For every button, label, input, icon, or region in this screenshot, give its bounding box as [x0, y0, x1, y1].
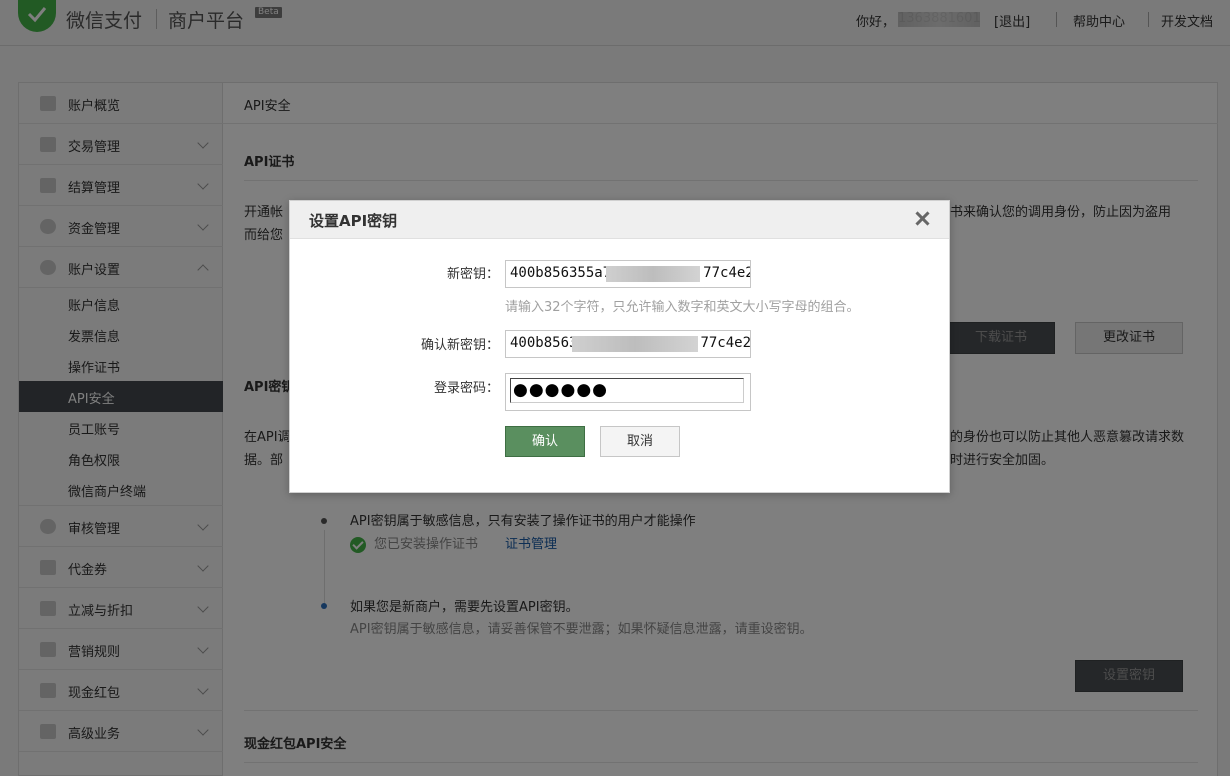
login-password-label: 登录密码：	[433, 381, 499, 396]
new-key-value-start: 400b856355a7	[510, 265, 612, 281]
login-password-input[interactable]: ●●●●●●	[510, 378, 744, 403]
new-key-input[interactable]: 400b856355a7 77c4e2	[505, 260, 751, 288]
set-api-key-dialog: 设置API密钥 新密钥： 400b856355a7 77c4e2 请输入32个字符…	[289, 200, 950, 493]
close-icon[interactable]	[912, 209, 932, 229]
new-key-hint: 请输入32个字符，只允许输入数字和英文大小写字母的组合。	[505, 300, 860, 315]
key-redaction	[606, 266, 700, 282]
confirm-key-label: 确认新密钥：	[420, 338, 499, 353]
confirm-key-value-start: 400b8563	[510, 335, 578, 351]
confirm-button[interactable]: 确认	[505, 426, 585, 457]
login-password-field[interactable]: ●●●●●●	[505, 373, 751, 411]
dialog-header: 设置API密钥	[290, 201, 949, 239]
new-key-value-end: 77c4e2	[703, 265, 751, 281]
confirm-key-input[interactable]: 400b8563 77c4e2	[505, 330, 751, 358]
dialog-title: 设置API密钥	[309, 212, 398, 230]
cancel-button[interactable]: 取消	[600, 426, 680, 457]
key-redaction	[572, 336, 698, 352]
new-key-label: 新密钥：	[446, 267, 499, 282]
confirm-key-value-end: 77c4e2	[700, 335, 751, 351]
